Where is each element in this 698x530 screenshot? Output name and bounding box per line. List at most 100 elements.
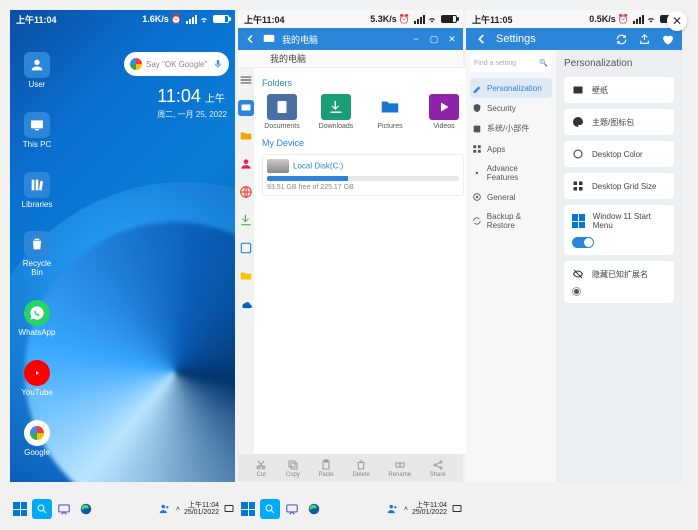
tray-up-icon[interactable]: ˄ (176, 506, 180, 513)
mic-icon[interactable] (213, 59, 223, 69)
btn-delete[interactable]: Delete (352, 459, 369, 478)
desktop-clock-widget[interactable]: 11:04上午 周二, 一月 25, 2022 (157, 86, 227, 120)
settings-section-title: Personalization (564, 58, 674, 69)
rail-drive-icon[interactable] (238, 268, 254, 284)
menu-icon[interactable] (238, 72, 254, 88)
close-icon[interactable]: ✕ (447, 34, 457, 44)
clock-time: 11:04 (157, 86, 201, 106)
toggle-on[interactable] (572, 237, 594, 248)
task-chat-icon[interactable] (54, 499, 74, 519)
nav-backup[interactable]: Backup & Restore (470, 207, 552, 235)
start-button[interactable] (238, 499, 258, 519)
nav-general[interactable]: General (470, 187, 552, 207)
minimize-icon[interactable]: − (411, 34, 421, 44)
setting-theme[interactable]: 主题/图标包 (564, 109, 674, 135)
rail-folder-icon[interactable] (238, 128, 254, 144)
explorer-title: 我的电脑 (282, 33, 318, 46)
find-setting-input[interactable]: Find a setting🔍 (470, 54, 552, 72)
explorer-titlebar: 我的电脑 − ▢ ✕ (238, 28, 463, 50)
alarm-icon: ⏰ (399, 14, 410, 25)
tray-date: 25/01/2022 (184, 509, 219, 516)
refresh-icon[interactable] (615, 33, 628, 46)
btn-cut[interactable]: Cut (255, 459, 267, 478)
wifi-icon (646, 14, 656, 24)
battery-icon (441, 15, 457, 23)
rail-thispc[interactable] (238, 100, 254, 116)
folder-pictures[interactable]: Pictures (370, 94, 410, 130)
phone-screen-settings: 上午11:05 0.5K/s⏰ Settings Find a setting🔍… (466, 10, 682, 482)
folder-documents[interactable]: Documents (262, 94, 302, 130)
back-icon[interactable] (474, 32, 488, 46)
start-button[interactable] (10, 499, 30, 519)
rail-onedrive-icon[interactable] (238, 296, 254, 312)
phone-screen-desktop: 上午11:04 1.6K/s ⏰ Say "OK Google" 11:04上午… (10, 10, 235, 482)
btn-share[interactable]: Share (430, 459, 446, 478)
section-folders: Folders (262, 78, 464, 88)
btn-rename[interactable]: Rename (388, 459, 411, 478)
rail-user-icon[interactable] (238, 156, 254, 172)
folder-downloads[interactable]: Downloads (316, 94, 356, 130)
task-search-icon[interactable] (260, 499, 280, 519)
maximize-icon[interactable]: ▢ (429, 34, 439, 44)
disk-local-c[interactable]: Local Disk(C:) 93.51 GB free of 225.17 G… (262, 154, 464, 196)
status-time: 上午11:05 (472, 13, 513, 26)
signal-icon (414, 15, 425, 24)
tray-notif-icon[interactable] (451, 503, 463, 515)
heart-icon[interactable] (661, 33, 674, 46)
back-icon[interactable] (244, 33, 256, 45)
task-edge-icon[interactable] (304, 499, 324, 519)
task-chat-icon[interactable] (282, 499, 302, 519)
btn-paste[interactable]: Paste (319, 459, 334, 478)
rail-recent-icon[interactable] (238, 240, 254, 256)
desktop-icon-google[interactable]: Google (16, 420, 58, 458)
explorer-path: 我的电脑 (238, 50, 463, 68)
tray-notif-icon[interactable] (223, 503, 235, 515)
share-icon[interactable] (638, 33, 651, 46)
clock-date: 周二, 一月 25, 2022 (157, 109, 227, 120)
tray-up-icon[interactable]: ˄ (404, 506, 408, 513)
task-search-icon[interactable] (32, 499, 52, 519)
disk-thumb-icon (267, 159, 289, 173)
signal-icon (633, 15, 644, 24)
desktop-icon-youtube[interactable]: YouTube (16, 360, 58, 398)
nav-apps[interactable]: Apps (470, 139, 552, 159)
disk-usage-bar (267, 176, 459, 181)
radio-selected[interactable] (572, 287, 581, 296)
desktop-icon-thispc[interactable]: This PC (16, 112, 58, 150)
setting-win11-start[interactable]: Window 11 Start Menu (564, 205, 674, 255)
google-g-icon (30, 426, 44, 440)
setting-grid-size[interactable]: Desktop Grid Size (564, 173, 674, 199)
folder-videos[interactable]: Videos (424, 94, 464, 130)
taskbar-2: ˄ 上午11:0425/01/2022 (238, 498, 463, 520)
task-edge-icon[interactable] (76, 499, 96, 519)
nav-personalization[interactable]: Personalization (470, 78, 552, 98)
settings-title: Settings (496, 33, 536, 45)
setting-hide-ext[interactable]: 隐藏已知扩展名 (564, 261, 674, 303)
explorer-main: Folders Documents Downloads Pictures Vid… (254, 68, 472, 454)
disk-name: Local Disk(C:) (293, 161, 343, 170)
tray-date: 25/01/2022 (412, 509, 447, 516)
setting-desktop-color[interactable]: Desktop Color (564, 141, 674, 167)
desktop-icon-libraries[interactable]: Libraries (16, 172, 58, 210)
desktop-icon-recyclebin[interactable]: Recycle Bin (16, 231, 58, 278)
page-close-button[interactable]: ✕ (667, 11, 687, 31)
rail-download-icon[interactable] (238, 212, 254, 228)
search-icon: 🔍 (539, 59, 548, 67)
nav-security[interactable]: Security (470, 98, 552, 118)
nav-advance[interactable]: Advance Features (470, 159, 552, 187)
battery-icon (213, 15, 229, 23)
desktop-icon-user[interactable]: User (16, 52, 58, 90)
tray-people-icon[interactable] (386, 502, 400, 516)
settings-content: Personalization 壁纸 主题/图标包 Desktop Color … (556, 50, 682, 482)
desktop-icon-whatsapp[interactable]: WhatsApp (16, 300, 58, 338)
explorer-bottom-toolbar: Cut Copy Paste Delete Rename Share (238, 454, 463, 482)
pc-icon (262, 32, 276, 46)
btn-copy[interactable]: Copy (286, 459, 300, 478)
rail-network-icon[interactable] (238, 184, 254, 200)
tray-people-icon[interactable] (158, 502, 172, 516)
nav-system[interactable]: 系统/小部件 (470, 118, 552, 139)
setting-wallpaper[interactable]: 壁纸 (564, 77, 674, 103)
google-search-bar[interactable]: Say "OK Google" (124, 52, 229, 76)
google-logo-icon (130, 58, 142, 70)
taskbar-1: ˄ 上午11:0425/01/2022 (10, 498, 235, 520)
